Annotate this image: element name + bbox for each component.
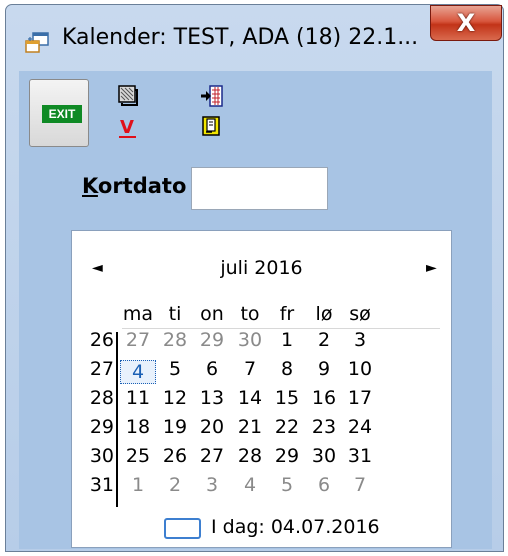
day-cell[interactable]: 6 bbox=[306, 474, 342, 496]
day-cell[interactable]: 30 bbox=[306, 445, 342, 467]
week-number: 30 bbox=[89, 445, 114, 467]
day-cell[interactable]: 31 bbox=[342, 445, 378, 467]
day-cell[interactable]: 18 bbox=[120, 416, 156, 438]
today-link[interactable]: I dag: 04.07.2016 bbox=[211, 516, 380, 538]
day-cell[interactable]: 27 bbox=[194, 445, 230, 467]
day-cell[interactable]: 1 bbox=[120, 474, 156, 496]
selected-day-cell[interactable]: 4 bbox=[120, 360, 156, 384]
day-cell[interactable]: 26 bbox=[157, 445, 193, 467]
day-cell[interactable]: 13 bbox=[194, 387, 230, 409]
week-number: 29 bbox=[89, 416, 114, 438]
app-window-icon bbox=[25, 32, 49, 53]
today-marker-icon bbox=[164, 518, 201, 539]
week-number-divider bbox=[116, 332, 118, 507]
calendar-window: Kalender: TEST, ADA (18) 22.1... X EXIT … bbox=[5, 4, 504, 552]
import-icon[interactable] bbox=[200, 84, 224, 108]
week-number: 28 bbox=[89, 387, 114, 409]
exit-button[interactable]: EXIT bbox=[29, 79, 89, 147]
day-cell[interactable]: 1 bbox=[269, 329, 305, 351]
day-cell[interactable]: 15 bbox=[269, 387, 305, 409]
day-cell[interactable]: 11 bbox=[120, 387, 156, 409]
day-cell[interactable]: 3 bbox=[194, 474, 230, 496]
day-cell[interactable]: 12 bbox=[157, 387, 193, 409]
weekday-label: ti bbox=[168, 303, 182, 325]
day-cell[interactable]: 5 bbox=[269, 474, 305, 496]
day-cell[interactable]: 19 bbox=[157, 416, 193, 438]
day-cell[interactable]: 2 bbox=[157, 474, 193, 496]
title-bar[interactable]: Kalender: TEST, ADA (18) 22.1... X bbox=[6, 5, 503, 71]
kortdato-label-rest: ortdato bbox=[97, 174, 187, 198]
close-icon: X bbox=[456, 9, 476, 37]
weekday-label: lø bbox=[315, 303, 333, 325]
weekday-label: fr bbox=[279, 303, 295, 325]
day-cell[interactable]: 21 bbox=[232, 416, 268, 438]
day-cell[interactable]: 27 bbox=[120, 329, 156, 351]
day-cell[interactable]: 25 bbox=[120, 445, 156, 467]
close-button[interactable]: X bbox=[430, 5, 502, 41]
day-cell[interactable]: 30 bbox=[232, 329, 268, 351]
day-cell[interactable]: 28 bbox=[157, 329, 193, 351]
weekday-label: ma bbox=[122, 303, 154, 325]
check-v-label: V bbox=[120, 117, 134, 138]
day-cell[interactable]: 14 bbox=[232, 387, 268, 409]
month-title[interactable]: juli 2016 bbox=[72, 257, 451, 279]
weekday-label: on bbox=[200, 303, 224, 325]
day-cell[interactable]: 28 bbox=[232, 445, 268, 467]
kortdato-field[interactable] bbox=[191, 167, 328, 210]
day-cell[interactable]: 16 bbox=[306, 387, 342, 409]
exit-label: EXIT bbox=[42, 105, 82, 123]
day-cell[interactable]: 6 bbox=[194, 358, 230, 380]
day-cell[interactable]: 10 bbox=[342, 358, 378, 380]
weekday-label: to bbox=[240, 303, 260, 325]
day-cell[interactable]: 7 bbox=[232, 358, 268, 380]
kortdato-label: Kortdato bbox=[82, 174, 186, 198]
client-area: EXIT V Kortdato ◄ juli 2016 ► ma ti on t… bbox=[19, 71, 492, 549]
week-number: 26 bbox=[89, 329, 114, 351]
next-month-arrow-icon[interactable]: ► bbox=[426, 260, 437, 276]
print-preview-icon[interactable] bbox=[116, 84, 140, 108]
clipboard-icon[interactable] bbox=[200, 114, 224, 138]
day-cell[interactable]: 2 bbox=[306, 329, 342, 351]
day-cell[interactable]: 8 bbox=[269, 358, 305, 380]
day-cell[interactable]: 22 bbox=[269, 416, 305, 438]
day-cell[interactable]: 20 bbox=[194, 416, 230, 438]
week-number: 31 bbox=[89, 474, 114, 496]
day-cell[interactable]: 4 bbox=[232, 474, 268, 496]
day-cell[interactable]: 29 bbox=[194, 329, 230, 351]
weekday-label: sø bbox=[349, 303, 371, 325]
day-cell[interactable]: 29 bbox=[269, 445, 305, 467]
day-cell[interactable]: 5 bbox=[157, 358, 193, 380]
month-calendar[interactable]: ◄ juli 2016 ► ma ti on to fr lø sø 26 27 28 29 30 1… bbox=[71, 230, 452, 548]
check-v-icon[interactable]: V bbox=[116, 115, 140, 139]
day-cell[interactable]: 9 bbox=[306, 358, 342, 380]
kortdato-accelerator: K bbox=[82, 174, 98, 198]
day-cell[interactable]: 23 bbox=[306, 416, 342, 438]
week-number: 27 bbox=[89, 358, 114, 380]
day-cell[interactable]: 3 bbox=[342, 329, 378, 351]
day-cell[interactable]: 7 bbox=[342, 474, 378, 496]
window-title: Kalender: TEST, ADA (18) 22.1... bbox=[62, 25, 419, 50]
day-cell[interactable]: 17 bbox=[342, 387, 378, 409]
day-cell[interactable]: 24 bbox=[342, 416, 378, 438]
